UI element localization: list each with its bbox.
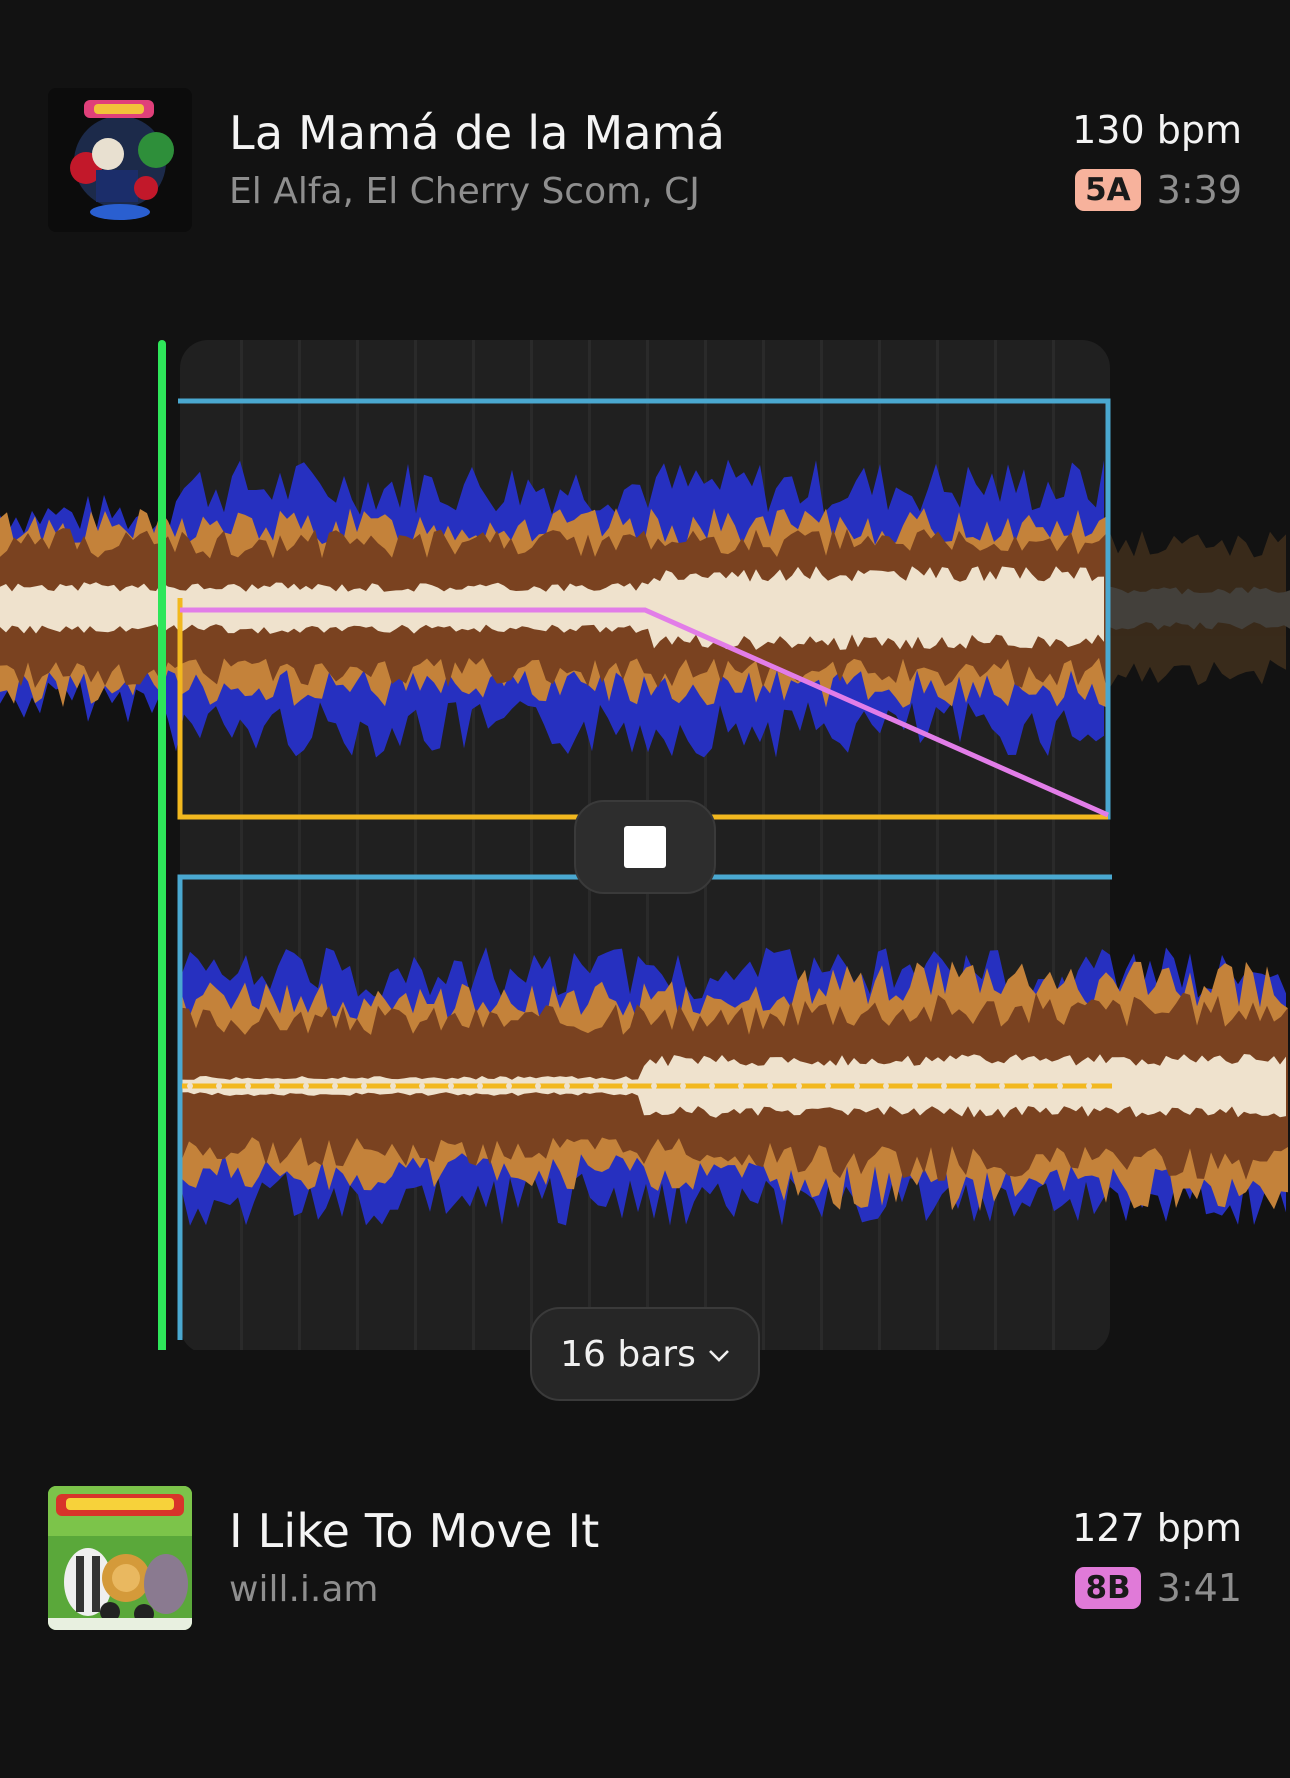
playhead[interactable] [158,340,166,1350]
volume-point [303,1083,309,1089]
track-duration: 3:41 [1156,1566,1242,1610]
volume-point [216,1083,222,1089]
album-cover-current [48,88,192,232]
track-title: La Mamá de la Mamá [229,106,726,160]
beat-grid-line [356,340,359,1350]
volume-point [477,1083,483,1089]
volume-point [680,1083,686,1089]
track-bpm: 130 bpm [1072,108,1242,152]
track-meta: 8B 3:41 [1075,1566,1242,1610]
track-meta: 5A 3:39 [1075,168,1242,212]
key-badge: 8B [1075,1567,1141,1609]
key-badge: 5A [1075,169,1141,211]
volume-point [1086,1083,1092,1089]
volume-point [738,1083,744,1089]
volume-point [419,1083,425,1089]
volume-point [825,1083,831,1089]
beat-grid-line [414,340,417,1350]
volume-point [535,1083,541,1089]
volume-point [361,1083,367,1089]
volume-point [593,1083,599,1089]
chevron-down-icon [708,1350,729,1362]
track-artist: El Alfa, El Cherry Scom, CJ [229,171,700,212]
next-track[interactable]: I Like To Move It will.i.am 127 bpm 8B 3… [0,1486,1290,1636]
volume-point [709,1083,715,1089]
volume-point [883,1083,889,1089]
volume-point [187,1083,193,1089]
volume-point [651,1083,657,1089]
track-title: I Like To Move It [229,1504,600,1558]
volume-point [448,1083,454,1089]
track-bpm: 127 bpm [1072,1506,1242,1550]
transition-length-label: 16 bars [560,1333,696,1375]
track-artist: will.i.am [229,1569,379,1610]
current-track[interactable]: La Mamá de la Mamá El Alfa, El Cherry Sc… [0,88,1290,238]
volume-point [796,1083,802,1089]
volume-point [1057,1083,1063,1089]
volume-point [970,1083,976,1089]
volume-point [941,1083,947,1089]
stop-icon [624,826,666,868]
volume-point [912,1083,918,1089]
volume-point [999,1083,1005,1089]
volume-point [1028,1083,1034,1089]
volume-point [274,1083,280,1089]
transition-length-select[interactable]: 16 bars [530,1307,760,1401]
album-cover-next [48,1486,192,1630]
track-duration: 3:39 [1156,168,1242,212]
volume-point [506,1083,512,1089]
volume-point [564,1083,570,1089]
stop-button[interactable] [574,800,716,894]
volume-point [767,1083,773,1089]
volume-point [854,1083,860,1089]
volume-point [390,1083,396,1089]
volume-point [332,1083,338,1089]
volume-point [622,1083,628,1089]
waveform-outgoing-faded [1110,531,1290,688]
volume-point [245,1083,251,1089]
